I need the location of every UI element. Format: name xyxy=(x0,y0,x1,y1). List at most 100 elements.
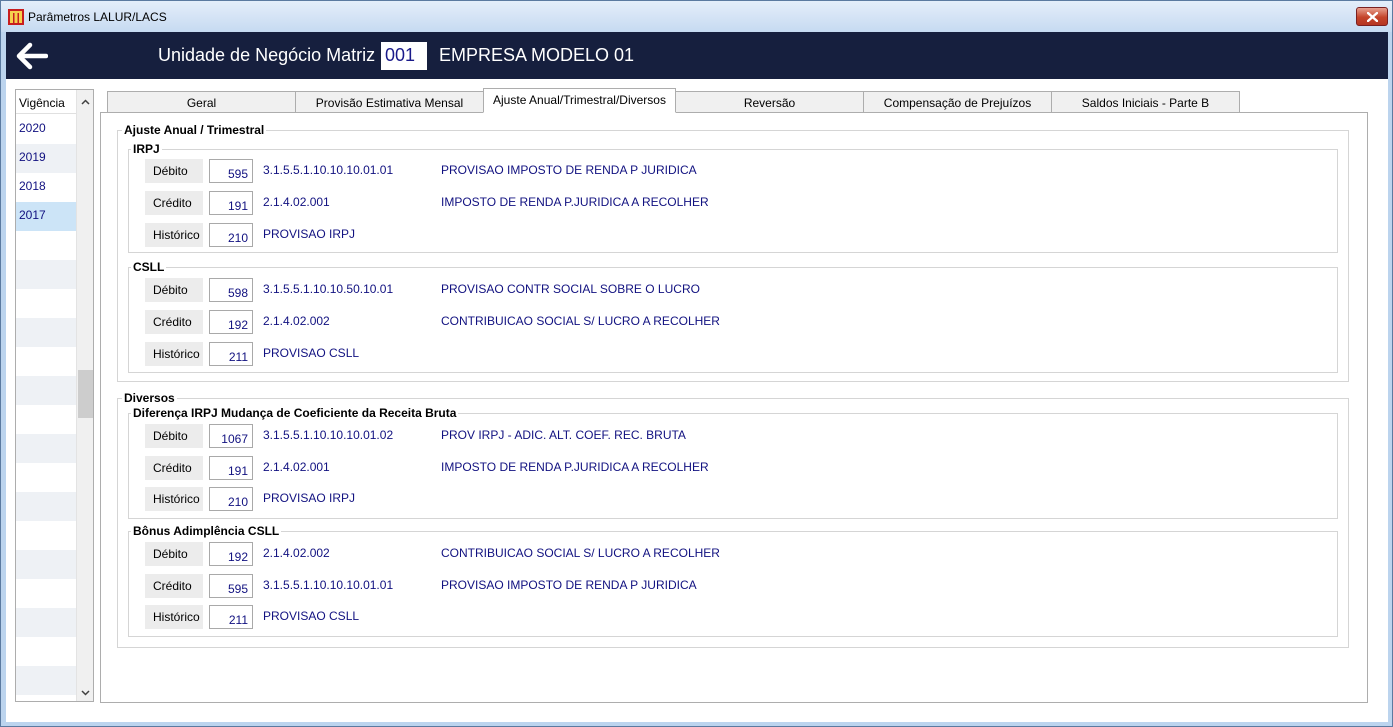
credito-description: PROVISAO IMPOSTO DE RENDA P JURIDICA xyxy=(441,578,697,592)
historico-text: PROVISAO IRPJ xyxy=(263,227,356,241)
debito-description: PROV IRPJ - ADIC. ALT. COEF. REC. BRUTA xyxy=(441,428,686,442)
tab-compensacao-de-prejuizos[interactable]: Compensação de Prejuízos xyxy=(863,91,1052,113)
tab-ajuste-anual-trimestral-diversos[interactable]: Ajuste Anual/Trimestral/Diversos xyxy=(483,88,676,113)
vigencia-empty-row xyxy=(16,637,76,666)
tab-geral[interactable]: Geral xyxy=(107,91,296,113)
bonus-historico-row: Histórico 211 PROVISAO CSLL xyxy=(145,605,1325,629)
app-icon xyxy=(8,9,24,25)
vigencia-item[interactable]: 2018 xyxy=(16,173,76,202)
vigencia-empty-row xyxy=(16,579,76,608)
credito-account: 2.1.4.02.002 xyxy=(263,314,330,328)
group-irpj: IRPJ Débito 595 3.1.5.5.1.10.10.10.01.01… xyxy=(128,142,1338,253)
tab-panel: Ajuste Anual / Trimestral IRPJ Débito 59… xyxy=(100,112,1368,703)
group-title-diversos: Diversos xyxy=(122,391,177,405)
vigencia-empty-row xyxy=(16,376,76,405)
vigencia-empty-row xyxy=(16,289,76,318)
scroll-thumb[interactable] xyxy=(78,370,93,418)
debito-account: 2.1.4.02.002 xyxy=(263,546,330,560)
historico-text: PROVISAO CSLL xyxy=(263,346,360,360)
vigencia-item[interactable]: 2019 xyxy=(16,144,76,173)
irpj-debito-row: Débito 595 3.1.5.5.1.10.10.10.01.01 PROV… xyxy=(145,159,1325,183)
csll-credito-row: Crédito 192 2.1.4.02.002 CONTRIBUICAO SO… xyxy=(145,310,1325,334)
debito-code-field[interactable]: 598 xyxy=(209,278,253,302)
credito-code-field[interactable]: 191 xyxy=(209,456,253,480)
vigencia-empty-row xyxy=(16,463,76,492)
close-icon xyxy=(1367,12,1378,22)
credito-code-field[interactable]: 192 xyxy=(209,310,253,334)
debito-description: PROVISAO IMPOSTO DE RENDA P JURIDICA xyxy=(441,163,697,177)
vigencia-empty-row xyxy=(16,521,76,550)
chevron-up-icon xyxy=(81,99,90,105)
historico-code-field[interactable]: 210 xyxy=(209,487,253,511)
credito-code-field[interactable]: 595 xyxy=(209,574,253,598)
vigencia-empty-row xyxy=(16,666,76,695)
close-button[interactable] xyxy=(1356,7,1388,26)
vigencia-empty-row xyxy=(16,231,76,260)
credito-label: Crédito xyxy=(145,191,203,215)
group-ajuste-anual-trimestral: Ajuste Anual / Trimestral IRPJ Débito 59… xyxy=(117,123,1349,382)
company-name: EMPRESA MODELO 01 xyxy=(439,45,635,65)
debito-code-field[interactable]: 192 xyxy=(209,542,253,566)
vigencia-empty-row xyxy=(16,260,76,289)
vigencia-header: Vigência xyxy=(16,90,76,114)
irpj-credito-row: Crédito 191 2.1.4.02.001 IMPOSTO DE REND… xyxy=(145,191,1325,215)
bonus-credito-row: Crédito 595 3.1.5.5.1.10.10.10.01.01 PRO… xyxy=(145,574,1325,598)
credito-label: Crédito xyxy=(145,574,203,598)
scroll-up-button[interactable] xyxy=(77,94,93,111)
debito-account: 3.1.5.5.1.10.10.10.01.01 xyxy=(263,163,394,177)
tab-saldos-iniciais-parte-b[interactable]: Saldos Iniciais - Parte B xyxy=(1051,91,1240,113)
unit-code-field[interactable]: 001 xyxy=(381,42,427,70)
client-area: Vigência 2020 2019 2018 2017 Geral Provi… xyxy=(6,79,1388,722)
vigencia-item[interactable]: 2020 xyxy=(16,115,76,144)
historico-text: PROVISAO CSLL xyxy=(263,609,360,623)
historico-text: PROVISAO IRPJ xyxy=(263,491,356,505)
unit-label: Unidade de Negócio Matriz xyxy=(158,45,376,65)
debito-account: 3.1.5.5.1.10.10.10.01.02 xyxy=(263,428,394,442)
vigencia-empty-row xyxy=(16,347,76,376)
group-title-irpj: IRPJ xyxy=(131,142,162,156)
vigencia-list: Vigência 2020 2019 2018 2017 xyxy=(15,89,94,702)
debito-label: Débito xyxy=(145,424,203,448)
diferenca-debito-row: Débito 1067 3.1.5.5.1.10.10.10.01.02 PRO… xyxy=(145,424,1325,448)
vigencia-scrollbar[interactable] xyxy=(76,90,93,701)
debito-code-field[interactable]: 1067 xyxy=(209,424,253,448)
credito-account: 2.1.4.02.001 xyxy=(263,460,330,474)
irpj-historico-row: Histórico 210 PROVISAO IRPJ xyxy=(145,223,1325,247)
credito-description: CONTRIBUICAO SOCIAL S/ LUCRO A RECOLHER xyxy=(441,314,720,328)
tab-provisao-estimativa-mensal[interactable]: Provisão Estimativa Mensal xyxy=(295,91,484,113)
historico-label: Histórico xyxy=(145,605,203,629)
historico-code-field[interactable]: 211 xyxy=(209,342,253,366)
group-diferenca-irpj: Diferença IRPJ Mudança de Coeficiente da… xyxy=(128,406,1338,519)
scroll-down-button[interactable] xyxy=(77,684,93,701)
csll-historico-row: Histórico 211 PROVISAO CSLL xyxy=(145,342,1325,366)
credito-description: IMPOSTO DE RENDA P.JURIDICA A RECOLHER xyxy=(441,460,709,474)
group-csll: CSLL Débito 598 3.1.5.5.1.10.10.50.10.01… xyxy=(128,260,1338,373)
debito-code-field[interactable]: 595 xyxy=(209,159,253,183)
tab-reversao[interactable]: Reversão xyxy=(675,91,864,113)
credito-description: IMPOSTO DE RENDA P.JURIDICA A RECOLHER xyxy=(441,195,709,209)
debito-label: Débito xyxy=(145,159,203,183)
window: Parâmetros LALUR/LACS Unidade de Negócio… xyxy=(0,0,1393,727)
back-arrow-icon xyxy=(16,42,49,70)
vigencia-empty-row xyxy=(16,434,76,463)
back-button[interactable] xyxy=(16,42,49,70)
diferenca-credito-row: Crédito 191 2.1.4.02.001 IMPOSTO DE REND… xyxy=(145,456,1325,480)
debito-label: Débito xyxy=(145,278,203,302)
debito-account: 3.1.5.5.1.10.10.50.10.01 xyxy=(263,282,394,296)
group-title-diferenca: Diferença IRPJ Mudança de Coeficiente da… xyxy=(131,406,459,420)
csll-debito-row: Débito 598 3.1.5.5.1.10.10.50.10.01 PROV… xyxy=(145,278,1325,302)
vigencia-empty-row xyxy=(16,405,76,434)
vigencia-empty-row xyxy=(16,318,76,347)
credito-code-field[interactable]: 191 xyxy=(209,191,253,215)
vigencia-item-selected[interactable]: 2017 xyxy=(16,202,76,231)
historico-code-field[interactable]: 211 xyxy=(209,605,253,629)
credito-label: Crédito xyxy=(145,310,203,334)
historico-label: Histórico xyxy=(145,487,203,511)
credito-account: 2.1.4.02.001 xyxy=(263,195,330,209)
historico-label: Histórico xyxy=(145,223,203,247)
historico-code-field[interactable]: 210 xyxy=(209,223,253,247)
vigencia-empty-row xyxy=(16,492,76,521)
vigencia-empty-row xyxy=(16,550,76,579)
debito-description: PROVISAO CONTR SOCIAL SOBRE O LUCRO xyxy=(441,282,700,296)
debito-label: Débito xyxy=(145,542,203,566)
